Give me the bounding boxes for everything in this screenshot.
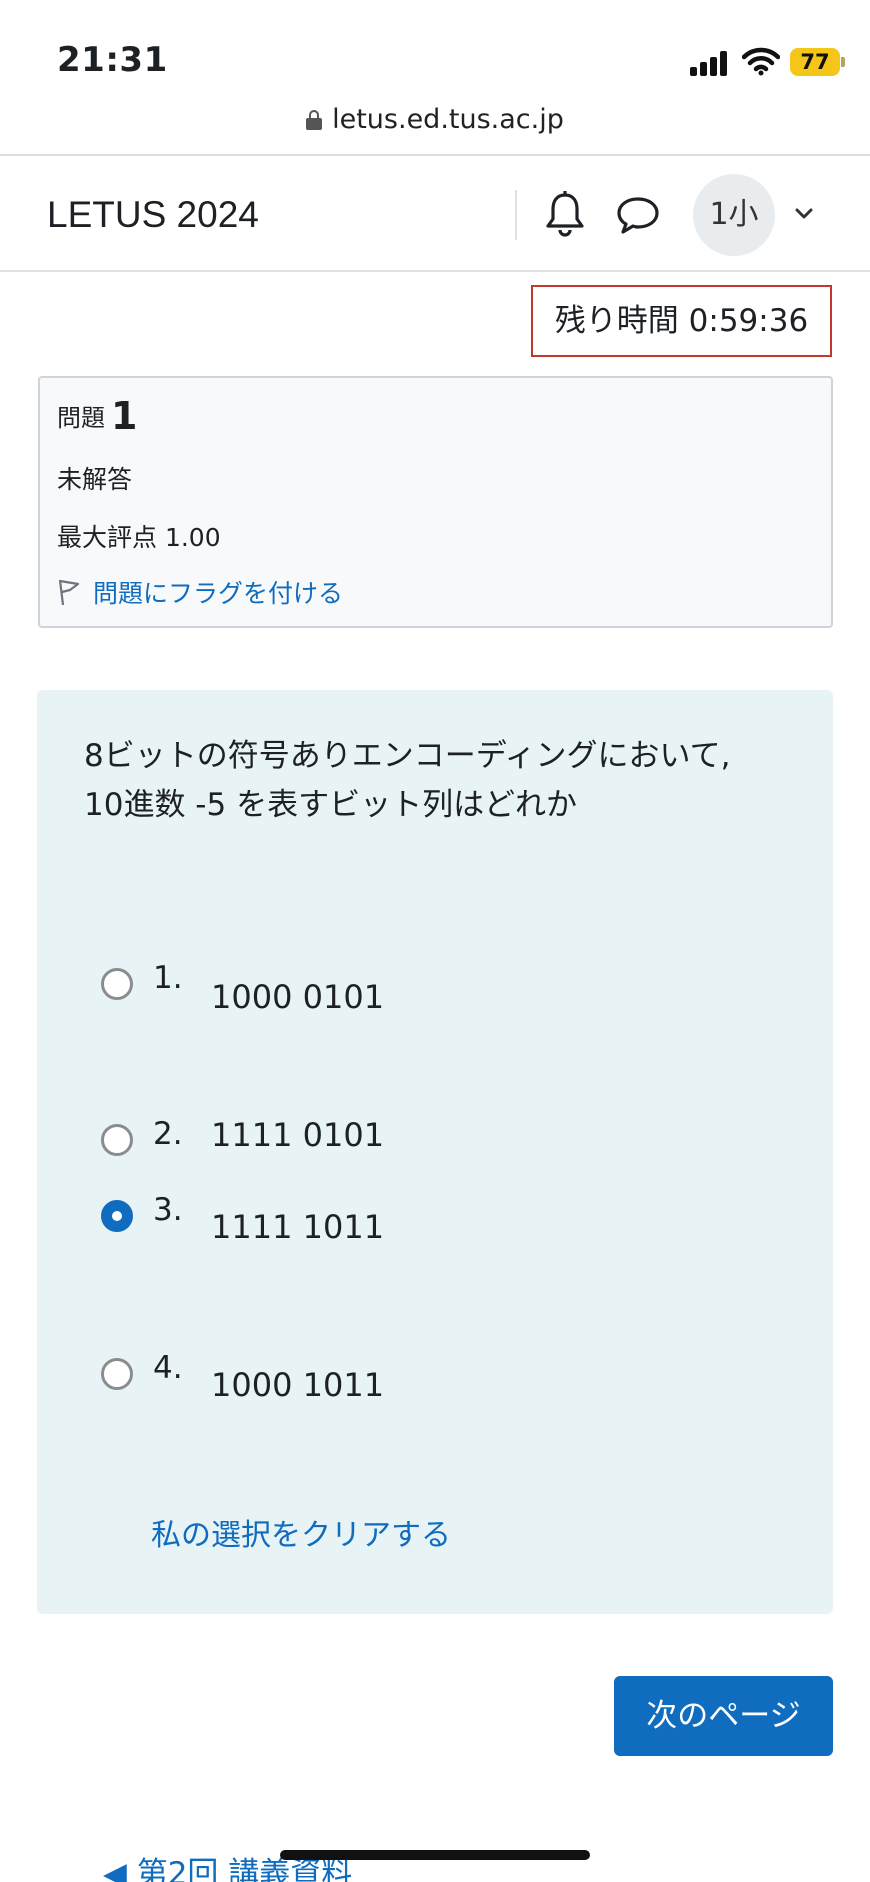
question-info: 問題 1 未解答 最大評点 1.00 問題にフラグを付ける <box>38 376 833 628</box>
navbar: LETUS 2024 1小 <box>0 156 870 272</box>
answer-number-1: 1. <box>153 960 183 996</box>
avatar[interactable]: 1小 <box>693 174 775 256</box>
wifi-icon <box>742 47 780 76</box>
flag-icon <box>58 579 80 606</box>
question-text-line-2: 10進数 -5 を表すビット列はどれか <box>84 787 578 823</box>
answer-option-3[interactable]: 3. 1111 1011 <box>101 1192 384 1246</box>
question-text: 8ビットの符号ありエンコーディングにおいて, 10進数 -5 を表すビット列はど… <box>84 732 804 830</box>
status-bar: 21:31 77 <box>0 0 870 100</box>
answer-radio-4[interactable] <box>101 1358 133 1390</box>
answer-number-2: 2. <box>153 1116 183 1152</box>
answer-value-3: 1111 1011 <box>211 1208 385 1246</box>
answer-option-4[interactable]: 4. 1000 1011 <box>101 1350 384 1404</box>
chevron-down-icon[interactable] <box>792 202 816 226</box>
answer-value-2: 1111 0101 <box>211 1116 385 1154</box>
question-label: 問題 <box>57 404 105 432</box>
status-time: 21:31 <box>57 40 168 80</box>
flag-question-label: 問題にフラグを付ける <box>93 579 344 608</box>
question-state: 未解答 <box>57 465 133 494</box>
clear-choice-link[interactable]: 私の選択をクリアする <box>151 1510 451 1554</box>
answer-option-2[interactable]: 2. 1111 0101 <box>101 1116 384 1156</box>
answer-radio-3[interactable] <box>101 1200 133 1232</box>
battery-level: 77 <box>800 50 830 74</box>
flag-question-link[interactable]: 問題にフラグを付ける <box>57 574 343 610</box>
bell-icon[interactable] <box>543 190 587 238</box>
answer-radio-2[interactable] <box>101 1124 133 1156</box>
answer-option-1[interactable]: 1. 1000 0101 <box>101 960 384 1016</box>
answer-value-1: 1000 0101 <box>211 978 385 1016</box>
answer-value-4: 1000 1011 <box>211 1366 385 1404</box>
answer-radio-1[interactable] <box>101 968 133 1000</box>
url-text: letus.ed.tus.ac.jp <box>332 104 564 135</box>
next-page-button[interactable]: 次のページ <box>614 1676 833 1756</box>
site-name[interactable]: LETUS 2024 <box>47 194 259 236</box>
answer-number-4: 4. <box>153 1350 183 1386</box>
chat-icon[interactable] <box>615 194 661 236</box>
navbar-divider <box>515 190 517 240</box>
home-indicator[interactable] <box>280 1850 590 1860</box>
answer-number-3: 3. <box>153 1192 183 1228</box>
time-remaining: 残り時間 0:59:36 <box>531 285 832 357</box>
battery-icon: 77 <box>790 48 845 76</box>
lock-icon <box>306 109 323 130</box>
question-max-grade: 最大評点 1.00 <box>57 523 221 552</box>
question-heading: 問題 1 <box>57 394 137 438</box>
url-bar[interactable]: letus.ed.tus.ac.jp <box>0 100 870 156</box>
cellular-signal-icon <box>690 50 730 76</box>
question-text-line-1: 8ビットの符号ありエンコーディングにおいて, <box>84 738 731 774</box>
question-number: 1 <box>111 394 138 438</box>
question-content: 8ビットの符号ありエンコーディングにおいて, 10進数 -5 を表すビット列はど… <box>37 690 833 1614</box>
